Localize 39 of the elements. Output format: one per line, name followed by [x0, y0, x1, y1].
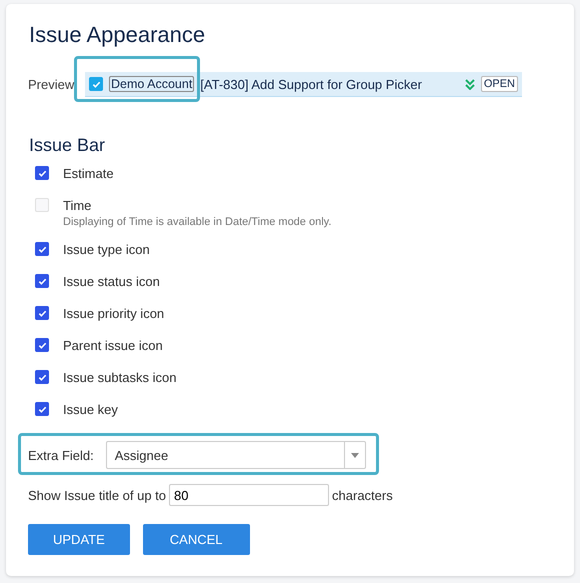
checkbox[interactable]	[35, 338, 49, 352]
option-label: Issue key	[63, 402, 118, 418]
check-icon	[38, 404, 46, 414]
title-length-label: Show Issue title of up to	[28, 488, 166, 502]
option-note: Displaying of Time is available in Date/Time mode only.	[63, 216, 332, 228]
check-icon	[38, 308, 46, 318]
option-label: Issue status icon	[63, 274, 160, 290]
option-label: Issue subtasks icon	[63, 370, 176, 386]
extra-field-select[interactable]: Assignee	[106, 441, 366, 469]
check-icon	[38, 276, 46, 286]
check-icon	[38, 340, 46, 350]
checkbox[interactable]	[35, 274, 49, 288]
check-icon	[38, 244, 46, 254]
check-icon	[38, 372, 46, 382]
check-icon	[38, 168, 46, 178]
option-label: Issue type icon	[63, 242, 150, 258]
issue-summary: [AT-830] Add Support for Group Picker	[200, 76, 423, 92]
checkbox[interactable]	[35, 370, 49, 384]
status-tag: OPEN	[480, 76, 518, 92]
checkbox[interactable]	[35, 402, 49, 416]
characters-label: characters	[332, 488, 393, 502]
title-length-field[interactable]: 80	[169, 484, 330, 506]
page-title: Issue Appearance	[29, 22, 206, 48]
option-label: Parent issue icon	[63, 338, 163, 354]
cancel-button[interactable]: CANCEL	[142, 524, 250, 555]
checkbox[interactable]	[35, 306, 49, 320]
option-label: Estimate	[63, 166, 114, 182]
update-button[interactable]: UPDATE	[28, 524, 130, 555]
checkbox[interactable]	[35, 242, 49, 256]
account-tag: Demo Account	[109, 76, 194, 92]
checkbox[interactable]	[89, 77, 103, 91]
extra-field-label: Extra Field:	[28, 448, 94, 462]
section-title: Issue Bar	[29, 135, 106, 156]
option-label: Time	[63, 198, 92, 214]
check-icon	[92, 80, 100, 88]
option-label: Issue priority icon	[63, 306, 164, 322]
priority-icon	[464, 78, 475, 90]
preview-label: Preview	[28, 77, 76, 92]
checkbox[interactable]	[35, 166, 49, 180]
